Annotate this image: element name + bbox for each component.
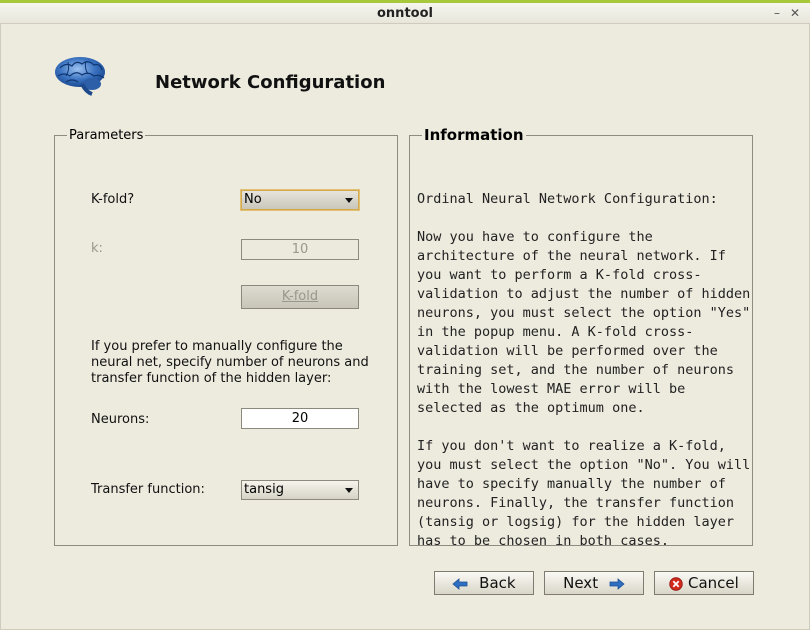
arrow-left-icon <box>452 577 468 590</box>
information-legend: Information <box>424 126 524 144</box>
chevron-down-icon <box>345 488 353 493</box>
neurons-input[interactable]: 20 <box>241 408 359 429</box>
transfer-function-label: Transfer function: <box>91 482 205 497</box>
brain-icon <box>55 57 105 96</box>
parameters-panel: Parameters K-fold? No k: 10 K-fold If yo… <box>54 128 398 546</box>
page-title: Network Configuration <box>155 72 386 93</box>
title-bar: onntool – ✕ <box>0 0 810 24</box>
back-label: Back <box>479 574 516 592</box>
k-label: k: <box>91 241 103 256</box>
transfer-function-value: tansig <box>244 482 284 497</box>
kfold-label: K-fold? <box>91 192 135 207</box>
cancel-button[interactable]: Cancel <box>654 571 754 595</box>
minimize-button[interactable]: – <box>774 6 780 20</box>
parameters-legend: Parameters <box>69 128 144 143</box>
next-button[interactable]: Next <box>544 571 644 595</box>
information-text: Ordinal Neural Network Configuration: No… <box>417 191 751 549</box>
next-label: Next <box>563 574 599 592</box>
transfer-function-select[interactable]: tansig <box>241 480 359 500</box>
information-panel: Information Ordinal Neural Network Confi… <box>409 126 753 549</box>
manual-config-description: If you prefer to manually configure the … <box>91 339 369 386</box>
kfold-button[interactable]: K-fold <box>241 285 359 309</box>
back-button[interactable]: Back <box>434 571 534 595</box>
neurons-label: Neurons: <box>91 412 150 427</box>
close-button[interactable]: ✕ <box>790 6 800 20</box>
cancel-label: Cancel <box>687 574 739 592</box>
k-input[interactable]: 10 <box>241 239 359 260</box>
kfold-select-value: No <box>244 192 262 207</box>
kfold-select[interactable]: No <box>241 190 359 210</box>
window-title: onntool <box>377 6 433 21</box>
arrow-right-icon <box>609 577 625 590</box>
cancel-icon <box>669 576 683 591</box>
chevron-down-icon <box>345 198 353 203</box>
